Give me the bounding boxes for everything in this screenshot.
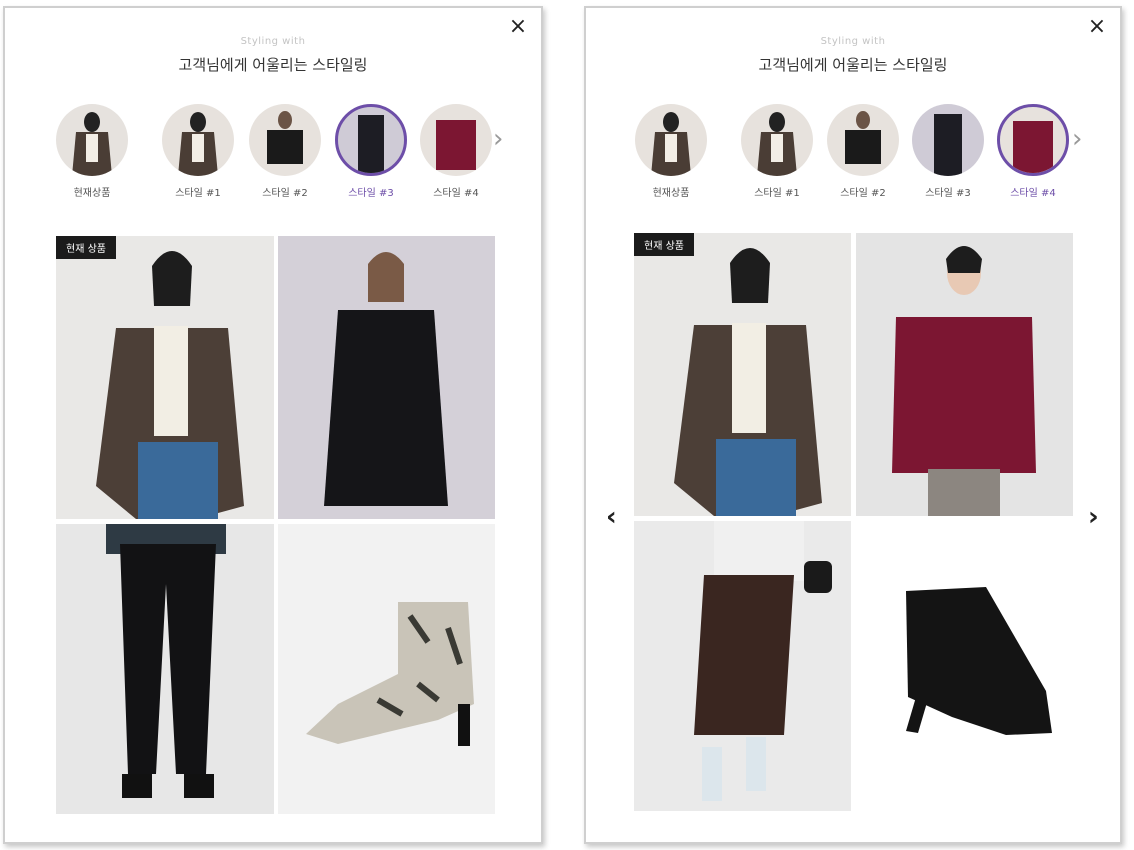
heels-look-image — [906, 587, 1052, 735]
thumb-label: 현재상품 — [73, 188, 111, 199]
thumb-image — [912, 104, 984, 176]
thumb-next-icon[interactable]: › — [493, 124, 503, 154]
boots-look-image — [306, 602, 474, 746]
thumb-image — [420, 104, 492, 176]
look-tile-pants[interactable] — [56, 524, 274, 814]
thumb-style-1[interactable]: 스타일 #1 — [738, 104, 816, 199]
thumb-image — [56, 104, 128, 176]
thumb-label: 스타일 #3 — [925, 188, 971, 199]
thumb-label: 스타일 #3 — [348, 188, 394, 199]
pants-look-image — [106, 524, 226, 798]
look-tile-skirt[interactable] — [634, 521, 851, 811]
thumb-label: 스타일 #2 — [840, 188, 886, 199]
thumb-image — [162, 104, 234, 176]
styling-popup-1: × Styling with 고객님에게 어울리는 스타일링 현재상품 스타일 … — [3, 6, 543, 844]
jacket-look-image — [96, 251, 244, 519]
popup-title: 고객님에게 어울리는 스타일링 — [178, 56, 368, 74]
styling-popup-2: × Styling with 고객님에게 어울리는 스타일링 현재상품 스타일 … — [584, 6, 1122, 844]
thumb-image — [827, 104, 899, 176]
thumb-style-3[interactable]: 스타일 #3 — [909, 104, 987, 199]
thumb-label: 스타일 #4 — [1010, 188, 1056, 199]
jacket-look-image — [674, 248, 822, 516]
next-look-icon[interactable]: › — [1088, 502, 1099, 532]
thumb-style-4[interactable]: 스타일 #4 — [994, 104, 1072, 199]
look-tile-jacket[interactable]: 현재 상품 — [56, 236, 274, 519]
thumb-style-2[interactable]: 스타일 #2 — [824, 104, 902, 199]
thumb-style-2[interactable]: 스타일 #2 — [246, 104, 324, 199]
thumb-style-3[interactable]: 스타일 #3 — [332, 104, 410, 199]
thumb-image — [249, 104, 321, 176]
thumb-label: 스타일 #1 — [175, 188, 221, 199]
prev-look-icon[interactable]: ‹ — [606, 502, 617, 532]
current-product-badge: 현재 상품 — [56, 236, 116, 259]
thumb-label: 스타일 #2 — [262, 188, 308, 199]
popup-title: 고객님에게 어울리는 스타일링 — [758, 56, 948, 74]
thumb-label: 현재상품 — [652, 188, 690, 199]
look-tile-jacket[interactable]: 현재 상품 — [634, 233, 851, 516]
thumb-label: 스타일 #4 — [433, 188, 479, 199]
look-tile-knit[interactable] — [278, 236, 495, 519]
look-tile-turtleneck[interactable] — [856, 233, 1073, 516]
thumb-next-icon[interactable]: › — [1072, 124, 1082, 154]
thumb-label: 스타일 #1 — [754, 188, 800, 199]
thumb-style-1[interactable]: 스타일 #1 — [159, 104, 237, 199]
thumb-image — [335, 104, 407, 176]
current-product-badge: 현재 상품 — [634, 233, 694, 256]
thumb-current-product[interactable]: 현재상품 — [53, 104, 131, 199]
thumb-style-4[interactable]: 스타일 #4 — [417, 104, 495, 199]
look-tile-boots[interactable] — [278, 524, 495, 814]
popup-subtitle: Styling with — [240, 36, 306, 47]
thumb-image — [741, 104, 813, 176]
look-tile-heels[interactable] — [856, 521, 1073, 811]
thumb-current-product[interactable]: 현재상품 — [632, 104, 710, 199]
popup-subtitle: Styling with — [820, 36, 886, 47]
thumb-image — [635, 104, 707, 176]
skirt-look-image — [694, 521, 832, 801]
turtleneck-look-image — [892, 246, 1036, 516]
thumb-image — [997, 104, 1069, 176]
knit-look-image — [324, 252, 448, 506]
